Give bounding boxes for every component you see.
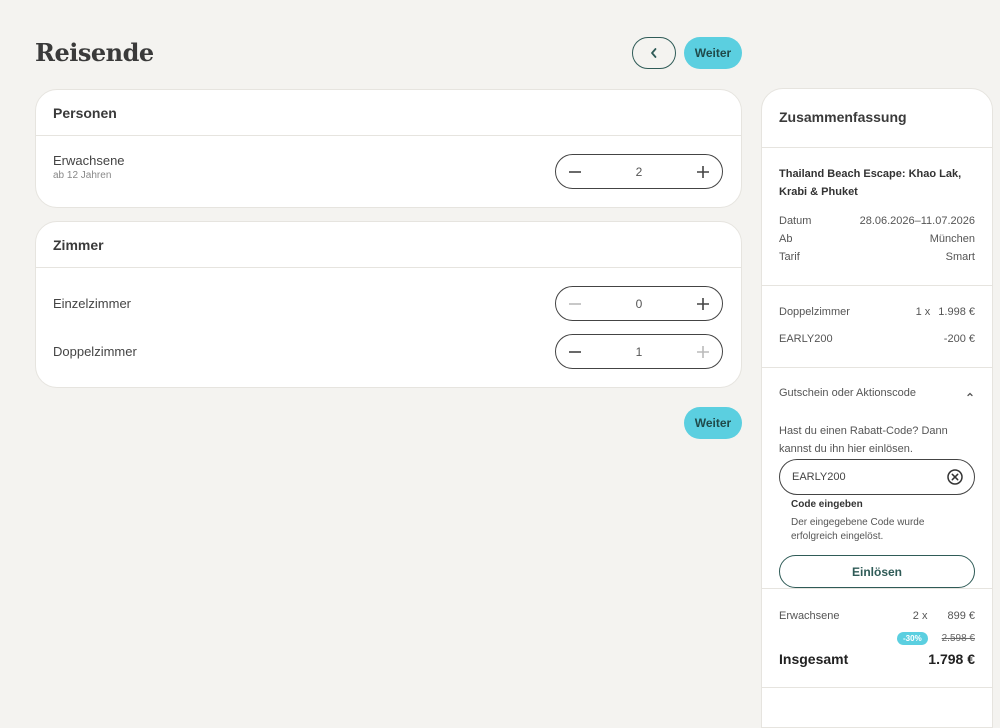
minus-icon [569,302,581,305]
double-room-stepper: 1 [555,334,723,369]
minus-icon [569,350,581,353]
single-room-increment-button[interactable] [694,295,712,313]
discount-row: EARLY200 -200 € [779,333,975,345]
adults-sublabel: ab 12 Jahren [53,170,112,181]
detail-row-origin: Ab München [779,233,975,245]
adults-value: 2 [635,164,643,179]
detail-value: 28.06.2026–11.07.2026 [859,215,975,227]
detail-key: Tarif [779,251,800,263]
detail-value: München [929,233,975,245]
adults-label: Erwachsene [53,153,125,168]
coupon-code-input[interactable] [792,471,932,483]
double-room-label: Doppelzimmer [53,344,137,359]
coupon-title: Gutschein oder Aktionscode [779,387,916,399]
summary-panel: Zusammenfassung Thailand Beach Escape: K… [761,88,993,728]
double-room-value: 1 [635,344,643,359]
rooms-card-title: Zimmer [36,222,741,268]
single-room-value: 0 [635,296,643,311]
divider [762,588,992,589]
divider [762,285,992,286]
clear-code-button[interactable] [946,468,964,486]
single-room-label: Einzelzimmer [53,296,132,311]
rooms-card: Zimmer Einzelzimmer 0 Doppelzimmer 1 [35,221,742,388]
adults-price-label: Erwachsene [779,610,840,622]
room-price-label: Doppelzimmer [779,306,850,318]
plus-icon [697,165,709,178]
discount-badge: -30% [897,632,928,645]
adults-decrement-button[interactable] [566,163,584,181]
back-button[interactable] [632,37,676,69]
next-button-top[interactable]: Weiter [684,37,742,69]
next-button-bottom[interactable]: Weiter [684,407,742,439]
discount-price: -200 € [943,333,975,345]
coupon-field-label: Code eingeben [791,499,863,510]
trip-name: Thailand Beach Escape: Khao Lak, Krabi &… [779,168,962,198]
total-label: Insgesamt [779,651,849,667]
detail-value: Smart [945,251,975,263]
divider [762,687,992,688]
divider [762,147,992,148]
double-room-decrement-button[interactable] [566,343,584,361]
room-price: 1.998 € [938,306,975,318]
coupon-success-message: Der eingegebene Code wurde erfolgreich e… [791,517,925,542]
detail-key: Datum [779,215,812,227]
room-price-row: Doppelzimmer 1 x 1.998 € [779,306,975,318]
total-value: 1.798 € [928,651,975,667]
adults-price: 899 € [947,610,975,622]
summary-title: Zusammenfassung [779,109,907,125]
detail-key: Ab [779,233,793,245]
coupon-code-field [779,459,975,495]
persons-card: Personen Erwachsene ab 12 Jahren 2 [35,89,742,208]
chevron-up-icon [967,392,973,397]
adults-price-row: Erwachsene 2 x 899 € [779,610,975,622]
adults-stepper: 2 [555,154,723,189]
plus-icon [697,345,709,358]
clear-icon [947,469,963,485]
detail-row-date: Datum 28.06.2026–11.07.2026 [779,215,975,227]
detail-row-tariff: Tarif Smart [779,251,975,263]
single-room-decrement-button[interactable] [566,295,584,313]
coupon-description: Hast du einen Rabatt-Code? Dann kannst d… [779,425,948,455]
adults-increment-button[interactable] [694,163,712,181]
adults-qty: 2 x [912,610,928,622]
double-room-increment-button[interactable] [694,343,712,361]
persons-card-title: Personen [36,90,741,136]
minus-icon [569,170,581,173]
coupon-toggle[interactable]: Gutschein oder Aktionscode [779,387,975,399]
room-qty: 1 x [915,306,931,318]
page-title: Reisende [35,38,154,67]
redeem-button[interactable]: Einlösen [779,555,975,588]
chevron-left-icon [651,48,657,58]
divider [762,367,992,368]
discount-label: EARLY200 [779,333,833,345]
plus-icon [697,297,709,310]
old-price: 2.598 € [941,633,975,644]
single-room-stepper: 0 [555,286,723,321]
